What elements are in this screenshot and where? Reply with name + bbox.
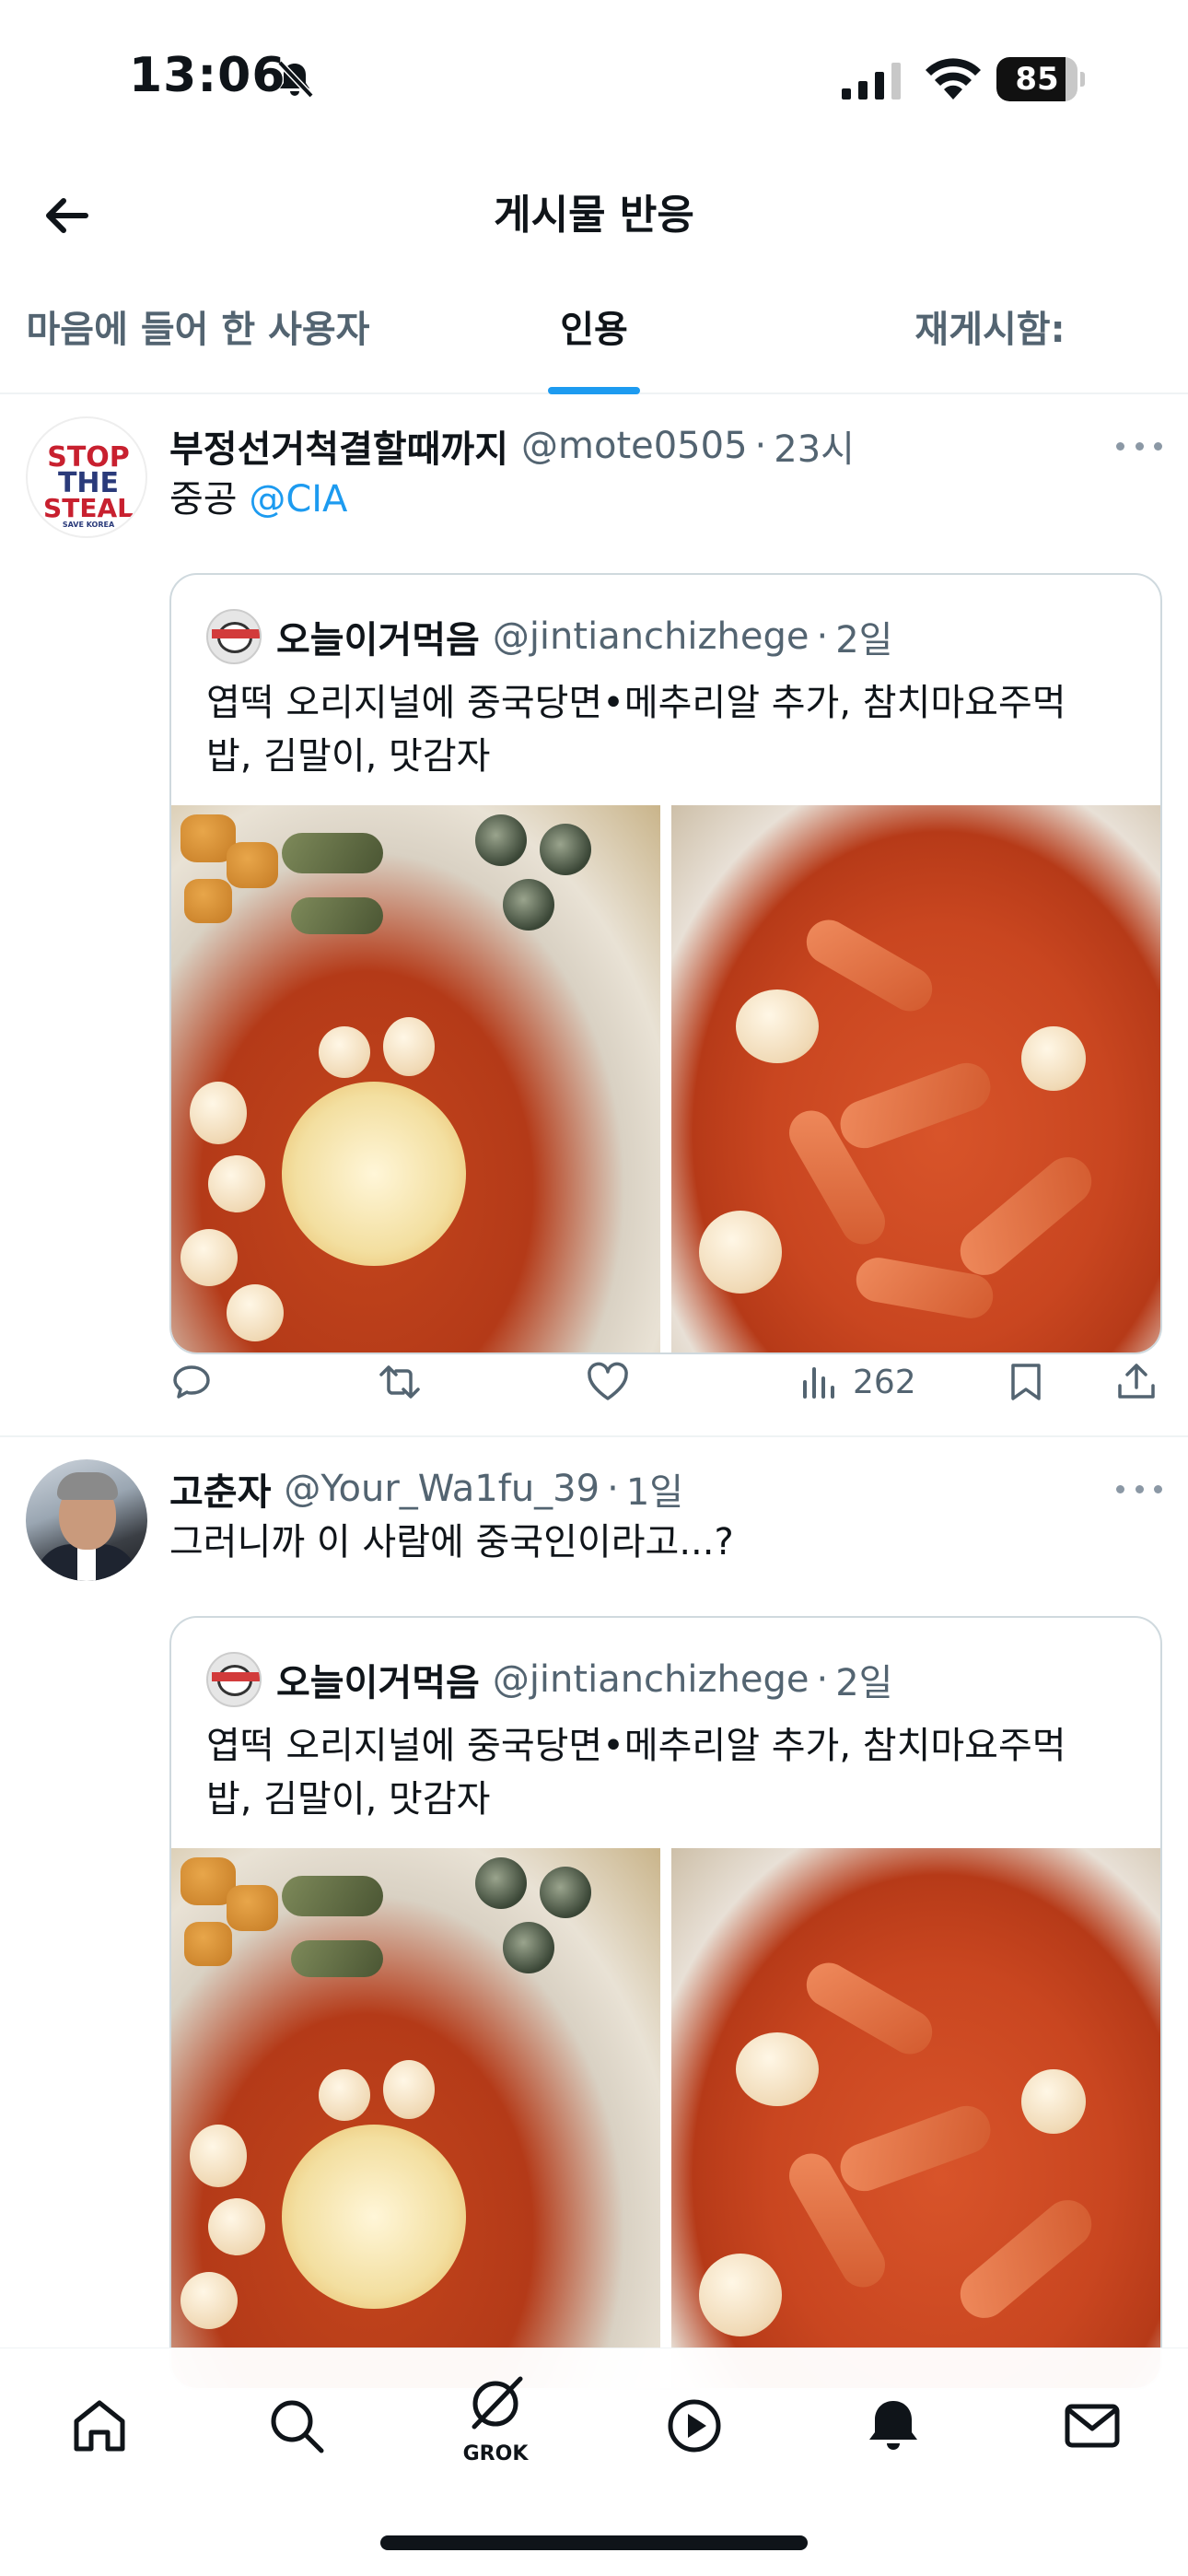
repost-icon: [379, 1365, 420, 1399]
avatar[interactable]: [26, 1459, 147, 1581]
nav-messages[interactable]: [1048, 2382, 1136, 2470]
display-name[interactable]: 고춘자: [169, 1462, 271, 1516]
separator: ·: [754, 425, 767, 467]
search-icon: [271, 2400, 324, 2453]
food-photo[interactable]: [671, 1848, 1160, 2388]
post-body: 부정선거척결할때까지 @mote0505 · 23시 중공 @CIA 오늘이거먹…: [169, 418, 1162, 1354]
timestamp[interactable]: 1일: [626, 1462, 683, 1516]
bookmark-icon: [1011, 1364, 1041, 1400]
views-count: 262: [853, 1363, 916, 1401]
quoted-post-text: 엽떡 오리지널에 중국당면•메추리알 추가, 참치마요주먹밥, 김말이, 맛감자: [206, 1725, 1066, 1821]
back-button[interactable]: [33, 181, 101, 250]
post[interactable]: 고춘자 @Your_Wa1fu_39 · 1일 그러니까 이 사람에 중국인이라…: [0, 1439, 1188, 2390]
separator: ·: [816, 615, 829, 658]
back-arrow-icon: [46, 198, 88, 233]
action-bar: 262: [169, 1350, 1160, 1414]
grok-label: GROK: [462, 2442, 529, 2465]
media-grid: [171, 1848, 1160, 2388]
handle[interactable]: @mote0505: [521, 425, 748, 467]
quoted-post-header: 오늘이거먹음 @jintianchizhege · 2일: [206, 1651, 892, 1708]
quoted-avatar: [206, 1652, 262, 1707]
quoted-avatar: [206, 609, 262, 664]
status-bar: 13:06 85: [0, 0, 1188, 161]
video-icon: [668, 2399, 721, 2453]
battery-icon: 85: [996, 57, 1085, 101]
reply-icon: [173, 1365, 210, 1399]
post-body: 고춘자 @Your_Wa1fu_39 · 1일 그러니까 이 사람에 중국인이라…: [169, 1461, 1162, 2390]
quoted-post-text: 엽떡 오리지널에 중국당면•메추리알 추가, 참치마요주먹밥, 김말이, 맛감자: [206, 682, 1066, 778]
mention-link[interactable]: @CIA: [249, 478, 347, 521]
nav-notifications[interactable]: [849, 2382, 938, 2470]
quoted-handle: @jintianchizhege: [492, 1658, 809, 1701]
quoted-post[interactable]: 오늘이거먹음 @jintianchizhege · 2일 엽떡 오리지널에 중국…: [169, 1616, 1162, 2390]
separator: ·: [607, 1468, 619, 1510]
post-header: 고춘자 @Your_Wa1fu_39 · 1일: [169, 1461, 1162, 1516]
screen: 13:06 85 게시물 반응 마음에 들어 한 사용자 인용 재게시함: ST…: [0, 0, 1188, 2576]
tab-label: 인용: [560, 309, 628, 351]
grok-icon: [472, 2376, 523, 2430]
avatar-text: SAVE KOREA: [62, 521, 115, 529]
repost-button[interactable]: [378, 1350, 422, 1414]
share-button[interactable]: [1114, 1350, 1159, 1414]
cellular-signal-icon: [842, 63, 901, 100]
food-photo[interactable]: [671, 805, 1160, 1352]
quoted-post-header: 오늘이거먹음 @jintianchizhege · 2일: [206, 608, 892, 665]
quoted-display-name: 오늘이거먹음: [276, 1662, 480, 1704]
messages-icon: [1065, 2404, 1120, 2448]
views-button[interactable]: 262: [798, 1350, 916, 1414]
avatar[interactable]: STOP THE STEAL SAVE KOREA: [26, 416, 147, 538]
views-icon: [803, 1367, 834, 1399]
nav-home[interactable]: [55, 2382, 144, 2470]
timestamp[interactable]: 23시: [774, 419, 855, 473]
nav-search[interactable]: [252, 2382, 341, 2470]
media-grid: [171, 805, 1160, 1352]
food-photo[interactable]: [171, 805, 660, 1352]
notifications-icon: [869, 2401, 917, 2450]
post-header: 부정선거척결할때까지 @mote0505 · 23시: [169, 418, 1162, 474]
more-options-icon[interactable]: [1116, 427, 1162, 464]
post-text-prefix: 중공: [169, 478, 250, 521]
battery-level: 85: [1015, 61, 1059, 98]
post-text: 중공 @CIA: [169, 474, 1162, 525]
post[interactable]: STOP THE STEAL SAVE KOREA 부정선거척결할때까지 @mo…: [0, 396, 1188, 1437]
tab-label: 재게시함:: [914, 309, 1066, 351]
tab-bar: 마음에 들어 한 사용자 인용 재게시함:: [0, 276, 1188, 394]
home-icon: [74, 2400, 125, 2452]
quoted-post[interactable]: 오늘이거먹음 @jintianchizhege · 2일 엽떡 오리지널에 중국…: [169, 573, 1162, 1354]
tab-reposts[interactable]: 재게시함:: [792, 276, 1188, 392]
heart-icon: [588, 1362, 628, 1400]
bookmark-button[interactable]: [1004, 1350, 1048, 1414]
active-tab-indicator: [548, 387, 640, 394]
nav-grok[interactable]: GROK: [451, 2369, 540, 2465]
post-text: 그러니까 이 사람에 중국인이라고...?: [169, 1521, 734, 1563]
nav-video[interactable]: [650, 2382, 739, 2470]
wifi-icon: [926, 58, 981, 100]
quoted-timestamp: 2일: [835, 619, 893, 662]
quoted-display-name: 오늘이거먹음: [276, 619, 480, 662]
like-button[interactable]: [586, 1350, 630, 1414]
food-photo[interactable]: [171, 1848, 660, 2388]
avatar-text: STEAL: [43, 493, 134, 523]
more-options-icon[interactable]: [1116, 1470, 1162, 1507]
bell-slash-icon: [277, 60, 314, 99]
quoted-handle: @jintianchizhege: [492, 615, 809, 658]
share-icon: [1118, 1364, 1155, 1399]
header: 게시물 반응: [0, 161, 1188, 272]
handle[interactable]: @Your_Wa1fu_39: [284, 1468, 600, 1510]
display-name[interactable]: 부정선거척결할때까지: [169, 419, 508, 473]
status-time: 13:06: [129, 48, 286, 103]
tab-likes[interactable]: 마음에 들어 한 사용자: [0, 276, 396, 392]
page-title: 게시물 반응: [494, 192, 694, 239]
home-indicator[interactable]: [380, 2535, 808, 2550]
reply-button[interactable]: [169, 1350, 214, 1414]
tab-quotes[interactable]: 인용: [396, 276, 792, 394]
tab-label: 마음에 들어 한 사용자: [26, 309, 370, 351]
quoted-timestamp: 2일: [835, 1662, 893, 1704]
separator: ·: [816, 1658, 829, 1701]
